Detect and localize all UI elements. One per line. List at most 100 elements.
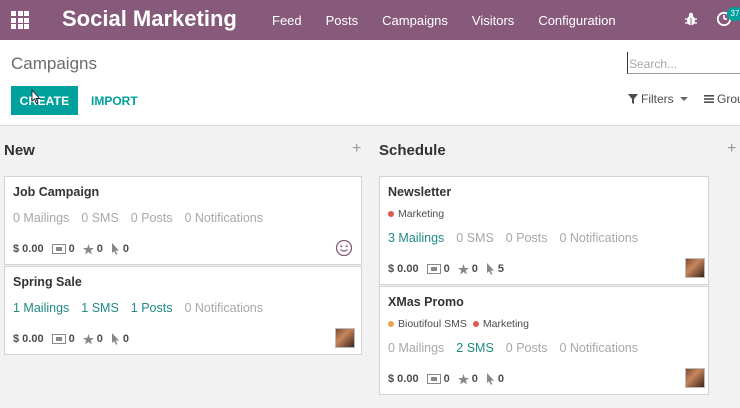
filters-label: Filters [641,92,674,106]
mailings-count[interactable]: 1 Mailings [13,301,69,315]
kanban-card[interactable]: Spring Sale 1 Mailings 1 SMS 1 Posts 0 N… [4,266,362,355]
bug-icon[interactable] [684,11,698,27]
activity-count-badge: 37 [727,7,740,21]
star-icon [457,263,469,275]
envelope-icon [51,244,66,254]
notifications-count[interactable]: 0 Notifications [184,211,263,225]
envelope-icon [51,334,66,344]
posts-count[interactable]: 0 Posts [506,341,548,355]
mouse-cursor-icon [31,89,41,105]
sms-count[interactable]: 0 SMS [456,231,494,245]
kanban-card[interactable]: Job Campaign 0 Mailings 0 SMS 0 Posts 0 … [4,176,362,265]
apps-menu-icon[interactable] [11,11,29,29]
card-title: Newsletter [388,185,452,199]
import-button[interactable]: IMPORT [91,86,138,115]
stars-metric: 0 [457,263,478,275]
pointer-icon [486,373,494,385]
stars-metric: 0 [82,243,103,255]
card-stats: 0 Mailings 2 SMS 0 Posts 0 Notifications [388,341,650,355]
card-title: Spring Sale [13,275,82,289]
sms-count[interactable]: 0 SMS [81,211,119,225]
column-title: New [4,142,35,159]
tag: Bioutifoul SMS [388,318,467,330]
user-avatar[interactable] [685,368,705,388]
notifications-count[interactable]: 0 Notifications [559,341,638,355]
star-icon [457,373,469,385]
groupby-label: Grou [717,92,740,106]
sms-count[interactable]: 1 SMS [81,301,119,315]
stars-metric: 0 [82,333,103,345]
revenue-amount: $ 0.00 [388,373,419,385]
menu-item-posts[interactable]: Posts [326,13,359,28]
menu-item-campaigns[interactable]: Campaigns [382,13,448,28]
sms-count[interactable]: 2 SMS [456,341,494,355]
app-title: Social Marketing [62,6,237,31]
clicks-metric: 0 [111,243,129,255]
user-avatar[interactable] [335,328,355,348]
card-stats: 3 Mailings 0 SMS 0 Posts 0 Notifications [388,231,650,245]
clicks-metric: 0 [486,373,504,385]
breadcrumb: Campaigns [11,54,97,73]
envelope-icon [426,374,441,384]
posts-count[interactable]: 0 Posts [131,211,173,225]
user-avatar[interactable] [685,258,705,278]
search-input[interactable] [627,52,740,74]
card-title: XMas Promo [388,295,464,309]
tag-color-dot [388,321,394,327]
mailings-count[interactable]: 0 Mailings [388,341,444,355]
menu-item-feed[interactable]: Feed [272,13,302,28]
card-footer: $ 0.00 0 0 0 [13,333,137,345]
pointer-icon [111,243,119,255]
mailings-count[interactable]: 0 Mailings [13,211,69,225]
menu-item-visitors[interactable]: Visitors [472,13,514,28]
notifications-count[interactable]: 0 Notifications [184,301,263,315]
top-navbar: Social Marketing Feed Posts Campaigns Vi… [0,0,740,40]
card-tags: Marketing [388,208,450,220]
card-stats: 1 Mailings 1 SMS 1 Posts 0 Notifications [13,301,275,315]
groupby-dropdown[interactable]: Grou [704,92,740,106]
filters-dropdown[interactable]: Filters [628,92,688,106]
opened-metric: 0 [426,373,450,385]
card-footer: $ 0.00 0 0 0 [388,373,512,385]
tag-color-dot [388,211,394,217]
star-icon [82,243,94,255]
notifications-count[interactable]: 0 Notifications [559,231,638,245]
revenue-amount: $ 0.00 [388,263,419,275]
list-icon [704,95,714,103]
tag: Marketing [472,318,529,330]
clicks-metric: 0 [111,333,129,345]
tag-color-dot [472,321,479,327]
pointer-icon [486,263,494,275]
add-card-icon[interactable]: + [727,140,736,158]
card-tags: Bioutifoul SMS Marketing [388,318,535,330]
mailings-count[interactable]: 3 Mailings [388,231,444,245]
add-card-icon[interactable]: + [352,140,361,158]
opened-metric: 0 [426,263,450,275]
pointer-icon [111,333,119,345]
envelope-icon [426,264,441,274]
posts-count[interactable]: 0 Posts [506,231,548,245]
card-stats: 0 Mailings 0 SMS 0 Posts 0 Notifications [13,211,275,225]
column-title: Schedule [379,142,446,159]
main-menu: Feed Posts Campaigns Visitors Configurat… [272,0,640,40]
revenue-amount: $ 0.00 [13,243,44,255]
opened-metric: 0 [51,243,75,255]
stars-metric: 0 [457,373,478,385]
card-footer: $ 0.00 0 0 5 [388,263,512,275]
control-panel: Campaigns CREATE IMPORT Filters Grou [0,40,740,126]
clicks-metric: 5 [486,263,504,275]
kanban-card[interactable]: Newsletter Marketing 3 Mailings 0 SMS 0 … [379,176,709,285]
create-button[interactable]: CREATE [11,86,78,115]
filter-icon [628,94,638,104]
smile-icon [335,239,353,257]
tag: Marketing [388,208,444,220]
posts-count[interactable]: 1 Posts [131,301,173,315]
star-icon [82,333,94,345]
chevron-down-icon [679,97,688,101]
card-title: Job Campaign [13,185,100,199]
opened-metric: 0 [51,333,75,345]
kanban-card[interactable]: XMas Promo Bioutifoul SMS Marketing 0 Ma… [379,286,709,395]
menu-item-configuration[interactable]: Configuration [538,13,615,28]
revenue-amount: $ 0.00 [13,333,44,345]
card-footer: $ 0.00 0 0 0 [13,243,137,255]
